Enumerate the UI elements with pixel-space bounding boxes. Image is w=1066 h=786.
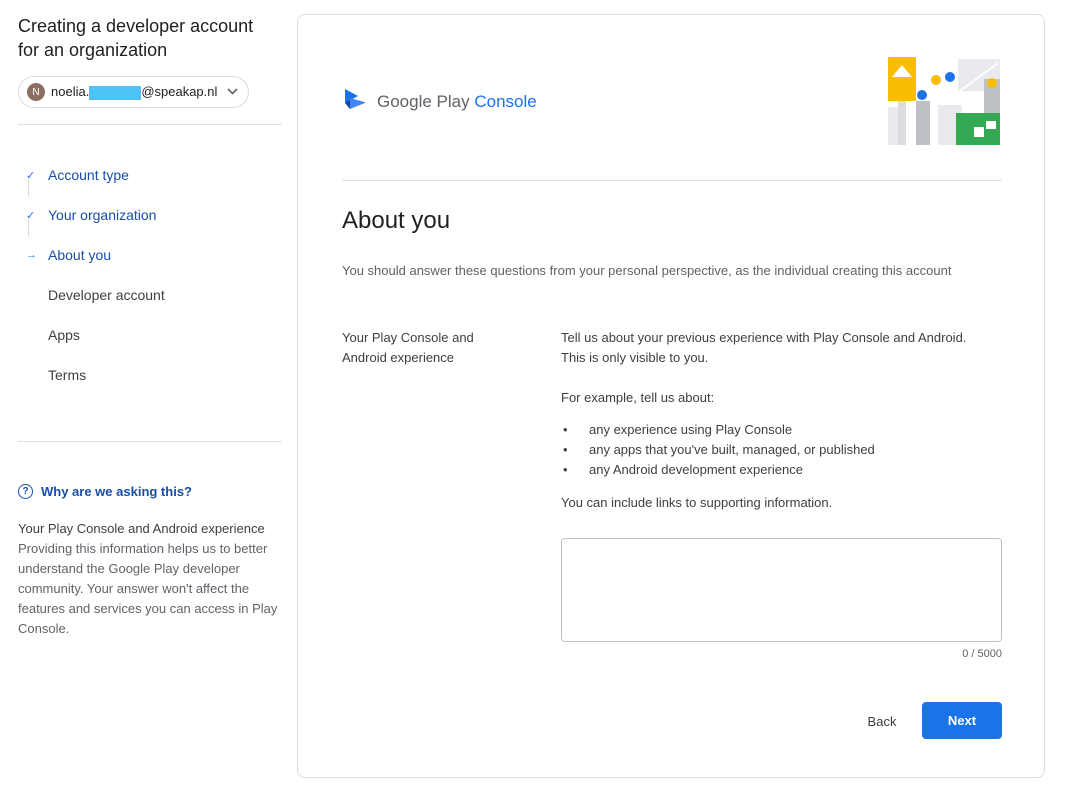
header-illustration xyxy=(888,57,1000,145)
help-subtitle: Your Play Console and Android experience xyxy=(18,521,265,536)
check-icon: ✓ xyxy=(26,209,36,222)
help-panel: ? Why are we asking this? Your Play Cons… xyxy=(18,484,284,639)
email-redaction xyxy=(89,85,142,100)
description-text: Tell us about your previous experience w… xyxy=(561,330,967,365)
list-item: any apps that you've built, managed, or … xyxy=(561,440,981,460)
step-label: Your organization xyxy=(48,207,157,223)
step-terms: Terms xyxy=(18,355,284,395)
step-label: Account type xyxy=(48,167,129,183)
arrow-right-icon: → xyxy=(26,249,37,261)
back-button[interactable]: Back xyxy=(850,703,914,739)
links-note: You can include links to supporting info… xyxy=(561,495,833,510)
experience-textarea[interactable] xyxy=(561,538,1002,642)
list-item: any experience using Play Console xyxy=(561,420,981,440)
play-console-logo: Google Play Console xyxy=(344,88,537,115)
sidebar: Creating a developer account for an orga… xyxy=(18,14,284,639)
next-button[interactable]: Next xyxy=(922,702,1002,739)
step-label: Apps xyxy=(48,327,80,343)
intro-text: You should answer these questions from y… xyxy=(342,263,952,278)
example-list: any experience using Play Console any ap… xyxy=(561,420,981,480)
main-card: Google Play Console About you You should… xyxy=(297,14,1045,778)
step-developer-account: Developer account xyxy=(18,275,284,315)
step-list: ✓ Account type ✓ Your organization → Abo… xyxy=(18,155,284,395)
step-label: About you xyxy=(48,247,112,263)
step-label: Terms xyxy=(48,367,87,383)
step-your-organization[interactable]: ✓ Your organization xyxy=(18,195,284,235)
field-label: Your Play Console and Android experience xyxy=(342,330,474,365)
email-prefix: noelia. xyxy=(51,84,90,100)
field-description: Tell us about your previous experience w… xyxy=(561,328,981,533)
play-console-logo-icon xyxy=(344,88,368,115)
step-label: Developer account xyxy=(48,287,165,303)
why-asking-label: Why are we asking this? xyxy=(41,484,192,499)
step-apps: Apps xyxy=(18,315,284,355)
sidebar-divider xyxy=(18,441,282,442)
list-item: any Android development experience xyxy=(561,460,981,480)
email-suffix: @speakap.nl xyxy=(141,84,218,100)
logo-product: Console xyxy=(474,91,537,111)
logo-text: Google Play Console xyxy=(377,92,537,112)
check-icon: ✓ xyxy=(26,169,36,182)
why-asking-link[interactable]: ? Why are we asking this? xyxy=(18,484,284,499)
help-body: Providing this information helps us to b… xyxy=(18,541,278,636)
card-divider xyxy=(342,180,1002,181)
avatar: N xyxy=(27,83,45,101)
account-switcher[interactable]: N noelia. @speakap.nl xyxy=(18,76,250,108)
step-account-type[interactable]: ✓ Account type xyxy=(18,155,284,195)
sidebar-divider xyxy=(18,124,282,125)
chevron-down-icon xyxy=(227,86,238,98)
page-title: Creating a developer account for an orga… xyxy=(18,16,254,60)
logo-brand: Google Play xyxy=(377,91,470,111)
help-circle-icon: ? xyxy=(18,484,33,499)
section-heading: About you xyxy=(342,207,451,234)
account-email: noelia. @speakap.nl xyxy=(51,84,217,100)
character-counter: 0 / 5000 xyxy=(962,648,1002,660)
example-intro: For example, tell us about: xyxy=(561,390,715,405)
step-about-you[interactable]: → About you xyxy=(18,235,284,275)
